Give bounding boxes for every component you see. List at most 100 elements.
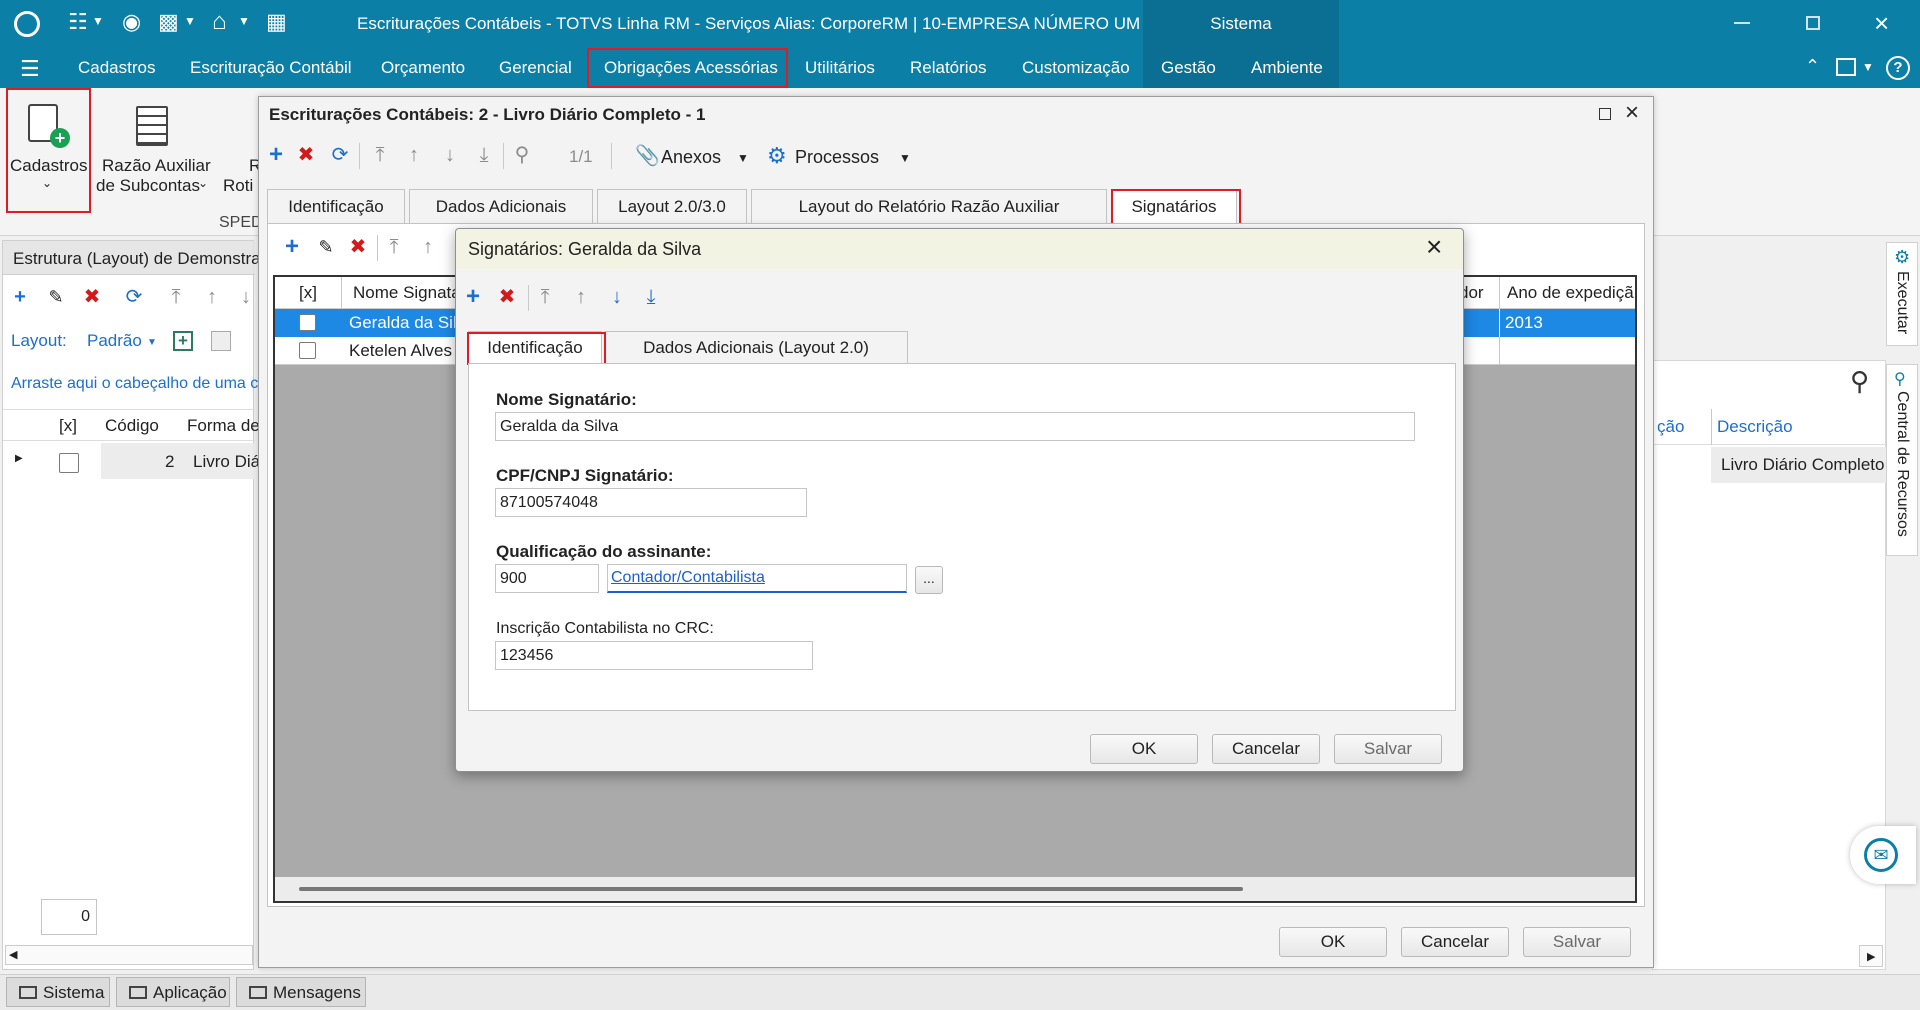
refresh-icon[interactable]: ⟳ — [327, 143, 353, 167]
move-top-icon[interactable]: ⤒ — [532, 285, 558, 309]
row-checkbox[interactable] — [299, 314, 316, 331]
close-icon[interactable]: × — [1426, 231, 1442, 263]
collapse-ribbon-icon[interactable]: ⌃ — [1805, 56, 1820, 77]
tab-layout-relatorio[interactable]: Layout do Relatório Razão Auxiliar — [751, 189, 1107, 224]
grid-hscrollbar[interactable] — [275, 877, 1635, 901]
col-select[interactable]: [x] — [299, 283, 317, 303]
move-top-icon[interactable]: ⤒ — [381, 235, 407, 259]
chevron-down-icon[interactable]: ▼ — [899, 151, 911, 165]
move-bottom-icon[interactable]: ⤓ — [638, 285, 664, 309]
qualificacao-desc-field[interactable]: Contador/Contabilista — [607, 564, 907, 593]
restore-icon[interactable] — [1806, 16, 1820, 30]
search-icon[interactable]: ⚲ — [509, 143, 535, 167]
add-signatario-icon[interactable]: + — [279, 235, 305, 259]
search-icon[interactable]: ⚲ — [1850, 366, 1869, 397]
chevron-down-icon[interactable]: ▼ — [737, 151, 749, 165]
chevron-down-icon[interactable]: ▼ — [92, 14, 104, 28]
scroll-right-icon[interactable]: ▶ — [1867, 950, 1875, 963]
close-icon[interactable]: × — [1625, 99, 1639, 127]
refresh-window-icon[interactable]: ▩ — [158, 9, 179, 35]
main-ok-button[interactable]: OK — [1279, 927, 1387, 957]
menu-relatorios[interactable]: Relatórios — [910, 48, 987, 88]
tab-identificacao[interactable]: Identificação — [267, 189, 405, 224]
move-bottom-icon[interactable]: ⤓ — [471, 143, 497, 167]
processos-button[interactable]: Processos — [795, 147, 879, 168]
tab-dados-adicionais-layout[interactable]: Dados Adicionais (Layout 2.0) — [604, 331, 908, 363]
delete-icon[interactable]: ✖ — [293, 143, 319, 167]
menu-escrituracao-contabil[interactable]: Escrituração Contábil — [190, 48, 352, 88]
menu-cadastros[interactable]: Cadastros — [78, 48, 155, 88]
move-down-icon[interactable]: ↓ — [437, 143, 463, 167]
move-up-icon[interactable]: ↑ — [568, 285, 594, 309]
home-icon[interactable]: ⌂ — [212, 8, 227, 36]
maximize-icon[interactable] — [1599, 108, 1611, 120]
move-down-icon[interactable]: ↓ — [233, 285, 259, 309]
expand-row-icon[interactable]: ▶ — [15, 453, 23, 464]
move-up-icon[interactable]: ↑ — [415, 235, 441, 259]
gear-icon[interactable]: ⚙ — [767, 143, 787, 169]
app-logo-icon[interactable] — [14, 11, 40, 37]
nome-signatario-field[interactable]: Geralda da Silva — [495, 412, 1415, 441]
system-tab[interactable]: Sistema — [1143, 0, 1339, 48]
tab-layout-2-3[interactable]: Layout 2.0/3.0 — [597, 189, 747, 224]
layout-dropdown[interactable]: Padrão — [87, 331, 142, 351]
expand-grid-icon[interactable]: + — [173, 331, 193, 351]
side-tab-executar[interactable]: ⚙ Executar — [1886, 242, 1918, 346]
delete-icon[interactable]: ✖ — [494, 285, 520, 309]
ribbon-razao-auxiliar-button[interactable]: Razão Auxiliar de Subcontas ⌄ — [94, 100, 214, 210]
add-icon[interactable]: + — [263, 143, 289, 167]
right-scrollbar[interactable]: ▶ — [1859, 945, 1883, 967]
row-checkbox[interactable] — [299, 342, 316, 359]
table-row[interactable]: ▶ 2 Livro Diá — [3, 443, 260, 479]
col-descricao[interactable]: Descrição — [1717, 417, 1793, 437]
grid-scroll-thumb[interactable] — [299, 887, 1243, 891]
calculator-icon[interactable]: ▦ — [266, 9, 287, 35]
delete-icon[interactable]: ✖ — [79, 285, 105, 309]
status-tab-aplicacao[interactable]: Aplicação — [116, 977, 230, 1007]
scroll-left-icon[interactable]: ◀ — [9, 948, 17, 961]
signatario-save-button[interactable]: Salvar — [1334, 734, 1442, 764]
col-forma[interactable]: Forma de — [187, 416, 260, 436]
col-cao[interactable]: ção — [1657, 417, 1684, 437]
move-up-icon[interactable]: ↑ — [199, 285, 225, 309]
menu-orcamento[interactable]: Orçamento — [381, 48, 465, 88]
side-tab-central[interactable]: ⚲ Central de Recursos — [1886, 364, 1918, 556]
col-nome-signatario[interactable]: Nome Signatá — [353, 283, 461, 303]
sitemap-icon[interactable]: ☷ — [68, 9, 88, 35]
chevron-down-icon[interactable]: ▼ — [1862, 60, 1874, 74]
horizontal-scrollbar[interactable]: ◀ — [5, 945, 253, 965]
cpf-cnpj-field[interactable]: 87100574048 — [495, 488, 807, 517]
tab-dados-adicionais[interactable]: Dados Adicionais — [409, 189, 593, 224]
add-icon[interactable]: + — [7, 285, 33, 309]
signatario-ok-button[interactable]: OK — [1090, 734, 1198, 764]
main-save-button[interactable]: Salvar — [1523, 927, 1631, 957]
menu-ambiente[interactable]: Ambiente — [1251, 48, 1323, 88]
menu-gerencial[interactable]: Gerencial — [499, 48, 572, 88]
close-icon[interactable]: × — [1874, 8, 1889, 39]
delete-icon[interactable]: ✖ — [345, 235, 371, 259]
layout-icon[interactable] — [1836, 58, 1856, 76]
help-icon[interactable]: ? — [1886, 56, 1910, 80]
main-cancel-button[interactable]: Cancelar — [1401, 927, 1509, 957]
menu-customizacao[interactable]: Customização — [1022, 48, 1130, 88]
main-menu-icon[interactable]: ☰ — [20, 56, 40, 82]
status-tab-mensagens[interactable]: Mensagens — [236, 977, 366, 1007]
qualificacao-code-field[interactable]: 900 — [495, 564, 599, 593]
add-icon[interactable]: + — [460, 285, 486, 309]
eye-icon[interactable]: ◉ — [122, 9, 141, 35]
chevron-down-icon[interactable]: ▼ — [184, 14, 196, 28]
edit-icon[interactable]: ✎ — [43, 285, 69, 309]
refresh-icon[interactable]: ⟳ — [121, 285, 147, 309]
grid-clear-icon[interactable] — [211, 331, 231, 351]
chevron-down-icon[interactable]: ▼ — [238, 14, 250, 28]
minimize-icon[interactable] — [1734, 22, 1750, 24]
move-top-icon[interactable]: ⤒ — [163, 285, 189, 309]
move-down-icon[interactable]: ↓ — [604, 285, 630, 309]
qualificacao-desc-link[interactable]: Contador/Contabilista — [611, 569, 765, 587]
crc-field[interactable]: 123456 — [495, 641, 813, 670]
qualificacao-lookup-button[interactable]: ... — [915, 566, 943, 594]
menu-gestao[interactable]: Gestão — [1161, 48, 1216, 88]
edit-icon[interactable]: ✎ — [313, 235, 339, 259]
signatario-cancel-button[interactable]: Cancelar — [1212, 734, 1320, 764]
col-ano-expedicao[interactable]: Ano de expediçã — [1507, 283, 1634, 303]
